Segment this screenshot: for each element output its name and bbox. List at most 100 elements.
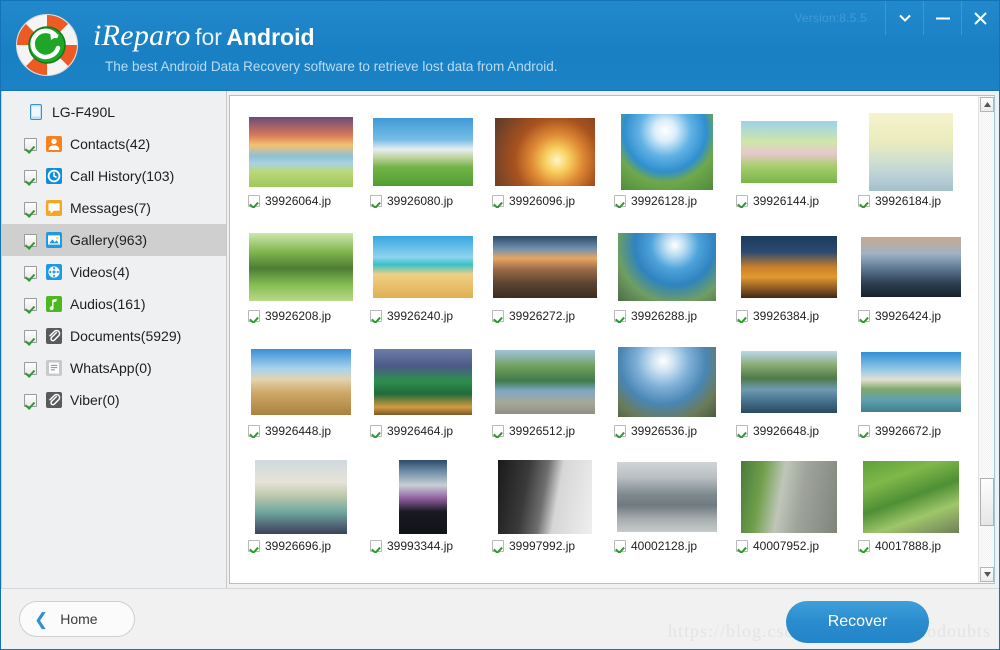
gallery-item-checkbox[interactable]	[858, 310, 870, 322]
big-tree-meadow-thumbnail[interactable]	[249, 233, 353, 301]
gallery-item-checkbox[interactable]	[248, 310, 260, 322]
sidebar-item-documents[interactable]: Documents(5929)	[2, 320, 226, 352]
desktop-screenshot-dark-thumbnail[interactable]	[399, 460, 447, 534]
person-pole-wetland-thumbnail[interactable]	[618, 233, 716, 301]
gallery-item-checkbox[interactable]	[614, 425, 626, 437]
gallery-item[interactable]: 39926272.jp	[484, 225, 606, 340]
sidebar-item-checkbox[interactable]	[24, 137, 37, 151]
desert-motorbike-thumbnail[interactable]	[251, 349, 351, 415]
yosemite-reflection-thumbnail[interactable]	[741, 351, 837, 413]
scroll-up-icon[interactable]	[980, 97, 994, 112]
sidebar-item-viber[interactable]: Viber(0)	[2, 384, 226, 416]
sidebar-item-checkbox[interactable]	[24, 297, 37, 311]
gallery-item-checkbox[interactable]	[248, 425, 260, 437]
river-valley-cliff-thumbnail[interactable]	[495, 350, 595, 414]
gallery-item[interactable]: 39926240.jp	[362, 225, 484, 340]
sidebar-item-whatsapp[interactable]: WhatsApp(0)	[2, 352, 226, 384]
london-skyline-eye-thumbnail[interactable]	[861, 237, 961, 297]
home-button[interactable]: ❮ Home	[19, 601, 135, 637]
gallery-item[interactable]: 39926208.jp	[240, 225, 362, 340]
sidebar-item-checkbox[interactable]	[24, 265, 37, 279]
stone-wall-path-thumbnail[interactable]	[741, 461, 837, 533]
gallery-item[interactable]: 39926384.jp	[728, 225, 850, 340]
gallery-item-checkbox[interactable]	[370, 425, 382, 437]
christmas-tree-city-thumbnail[interactable]	[374, 349, 472, 415]
blossom-path-painting-thumbnail[interactable]	[741, 121, 837, 183]
gallery-item-checkbox[interactable]	[370, 310, 382, 322]
gallery-item-filerow: 39926424.jp	[850, 309, 972, 323]
sidebar-item-contacts[interactable]: Contacts(42)	[2, 128, 226, 160]
gallery-item[interactable]: 39926184.jp	[850, 110, 972, 225]
gallery-item[interactable]: 39926536.jp	[606, 340, 728, 455]
gallery-item-checkbox[interactable]	[858, 425, 870, 437]
gallery-item[interactable]: 39926128.jp	[606, 110, 728, 225]
recover-button[interactable]: Recover	[786, 601, 929, 643]
gallery-item-checkbox[interactable]	[736, 310, 748, 322]
scroll-down-icon[interactable]	[980, 567, 994, 582]
gallery-item[interactable]: 40007952.jp	[728, 455, 850, 570]
sun-over-river-thumbnail[interactable]	[621, 114, 713, 190]
gallery-item[interactable]: 39926288.jp	[606, 225, 728, 340]
gallery-item[interactable]: 39993344.jp	[362, 455, 484, 570]
minimize-icon[interactable]	[923, 1, 961, 35]
gallery-item[interactable]: 39997992.jp	[484, 455, 606, 570]
sidebar-item-checkbox[interactable]	[24, 361, 37, 375]
gallery-item[interactable]: 39926144.jp	[728, 110, 850, 225]
sidebar-item-videos[interactable]: Videos(4)	[2, 256, 226, 288]
gallery-item[interactable]: 40002128.jp	[606, 455, 728, 570]
green-foliage-wall-thumbnail[interactable]	[863, 461, 959, 533]
gallery-item[interactable]: 39926080.jp	[362, 110, 484, 225]
vertical-scrollbar[interactable]	[978, 96, 994, 583]
friends-life-quote-dock-thumbnail[interactable]	[869, 113, 953, 191]
chevron-down-icon[interactable]	[885, 1, 923, 35]
gallery-item[interactable]: 39926064.jp	[240, 110, 362, 225]
scrollbar-thumb[interactable]	[980, 478, 994, 526]
tropical-beach-palm-thumbnail[interactable]	[373, 236, 473, 298]
taj-mahal-captioned-thumbnail[interactable]	[255, 460, 347, 534]
close-icon[interactable]	[961, 1, 999, 35]
sidebar-item-checkbox[interactable]	[24, 233, 37, 247]
sidebar-item-checkbox[interactable]	[24, 169, 37, 183]
gallery-item-checkbox[interactable]	[492, 310, 504, 322]
gallery-item-checkbox[interactable]	[370, 195, 382, 207]
gallery-item-checkbox[interactable]	[492, 540, 504, 552]
green-field-clouds-thumbnail[interactable]	[373, 118, 473, 186]
gallery-item[interactable]: 39926648.jp	[728, 340, 850, 455]
sidebar-item-audios[interactable]: Audios(161)	[2, 288, 226, 320]
gallery-item-checkbox[interactable]	[736, 195, 748, 207]
sidebar-item-messages[interactable]: Messages(7)	[2, 192, 226, 224]
amsterdam-canal-night-thumbnail[interactable]	[741, 236, 837, 298]
gallery-item-checkbox[interactable]	[614, 195, 626, 207]
gallery-item-checkbox[interactable]	[492, 425, 504, 437]
gallery-item[interactable]: 39926512.jp	[484, 340, 606, 455]
sidebar-item-gallery[interactable]: Gallery(963)	[2, 224, 226, 256]
gallery-item[interactable]: 39926096.jp	[484, 110, 606, 225]
gallery-item[interactable]: 39926464.jp	[362, 340, 484, 455]
gallery-item-checkbox[interactable]	[614, 310, 626, 322]
gallery-item[interactable]: 39926672.jp	[850, 340, 972, 455]
gallery-item-checkbox[interactable]	[248, 195, 260, 207]
sidebar-item-checkbox[interactable]	[24, 329, 37, 343]
sidebar-item-checkbox[interactable]	[24, 201, 37, 215]
gallery-item-checkbox[interactable]	[736, 425, 748, 437]
golden-sunset-field-thumbnail[interactable]	[495, 118, 595, 186]
keyboard-closeup-bw-thumbnail[interactable]	[498, 460, 592, 534]
gallery-item-checkbox[interactable]	[614, 540, 626, 552]
gallery-item[interactable]: 40017888.jp	[850, 455, 972, 570]
gallery-item-checkbox[interactable]	[248, 540, 260, 552]
hikers-high-five-thumbnail[interactable]	[618, 347, 716, 417]
gallery-item-checkbox[interactable]	[492, 195, 504, 207]
sunset-lone-tree-thumbnail[interactable]	[249, 117, 353, 187]
wooden-pier-sunset-thumbnail[interactable]	[493, 236, 597, 298]
station-building-grey-thumbnail[interactable]	[617, 462, 717, 532]
sidebar-item-call-history[interactable]: Call History(103)	[2, 160, 226, 192]
taj-mahal-wide-thumbnail[interactable]	[861, 352, 961, 412]
gallery-item-checkbox[interactable]	[736, 540, 748, 552]
gallery-item[interactable]: 39926448.jp	[240, 340, 362, 455]
gallery-item-checkbox[interactable]	[858, 195, 870, 207]
sidebar-item-checkbox[interactable]	[24, 393, 37, 407]
gallery-item-checkbox[interactable]	[370, 540, 382, 552]
gallery-item-checkbox[interactable]	[858, 540, 870, 552]
gallery-item[interactable]: 39926424.jp	[850, 225, 972, 340]
gallery-item[interactable]: 39926696.jp	[240, 455, 362, 570]
